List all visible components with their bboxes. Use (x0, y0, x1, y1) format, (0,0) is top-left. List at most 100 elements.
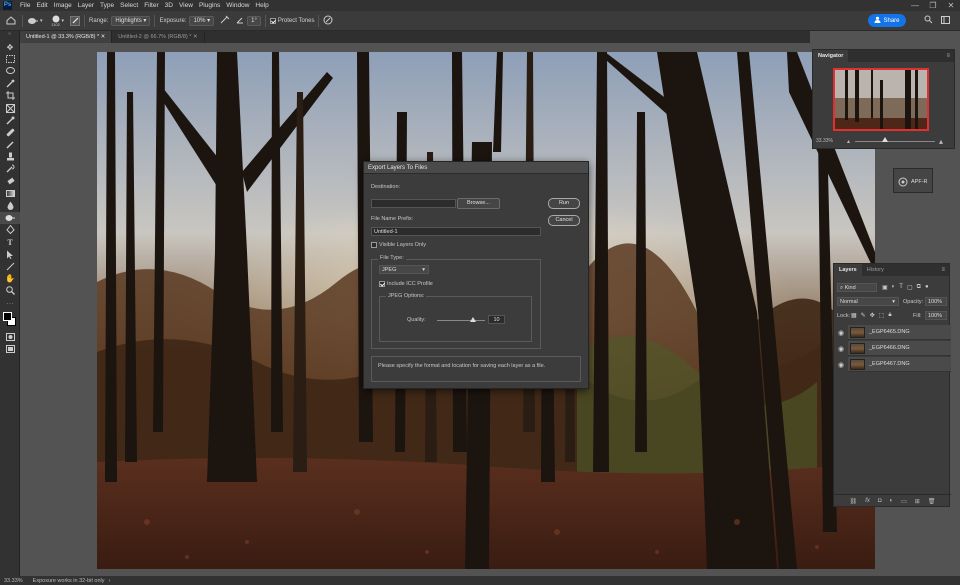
cancel-button[interactable]: Cancel (548, 215, 580, 226)
eraser-tool-icon[interactable] (0, 175, 20, 187)
menu-layer[interactable]: Layer (75, 2, 97, 9)
menu-filter[interactable]: Filter (141, 2, 161, 9)
run-button[interactable]: Run (548, 198, 580, 209)
quick-select-tool-icon[interactable] (0, 78, 20, 90)
menu-plugins[interactable]: Plugins (196, 2, 223, 9)
close-window-button[interactable]: ✕ (942, 1, 960, 10)
more-tools-icon[interactable]: ··· (0, 297, 20, 309)
navigator-zoom-handle[interactable] (882, 137, 888, 142)
menu-window[interactable]: Window (223, 2, 252, 9)
color-swatches[interactable] (0, 309, 19, 331)
gradient-tool-icon[interactable] (0, 187, 20, 199)
airbrush-icon[interactable] (220, 15, 230, 26)
exposure-input[interactable]: 10% ▾ (189, 15, 215, 26)
restore-button[interactable]: ❐ (924, 1, 942, 10)
visible-layers-row[interactable]: Visible Layers Only (371, 242, 426, 248)
menu-edit[interactable]: Edit (33, 2, 50, 9)
group-icon[interactable]: ▭ (901, 498, 907, 505)
share-button[interactable]: Share (868, 14, 906, 27)
brush-settings-icon[interactable] (70, 15, 81, 26)
protect-tones-checkbox[interactable] (269, 17, 276, 24)
healing-brush-tool-icon[interactable] (0, 126, 20, 138)
path-selection-tool-icon[interactable] (0, 248, 20, 260)
chevron-down-icon[interactable]: ▾ (62, 18, 65, 24)
menu-view[interactable]: View (176, 2, 196, 9)
pressure-size-icon[interactable] (323, 15, 333, 27)
panel-menu-icon[interactable]: ≡ (946, 53, 950, 59)
dodge-tool-icon[interactable] (0, 211, 20, 224)
link-icon[interactable]: ⛓︎ (850, 498, 858, 505)
eyedropper-tool-icon[interactable] (0, 114, 20, 126)
adjustment-icon[interactable]: ◐ (889, 498, 893, 504)
navigator-thumbnail[interactable] (833, 68, 929, 131)
lock-position-icon[interactable]: ✥ (870, 312, 875, 319)
angle-input[interactable]: 1° (247, 15, 261, 26)
zoom-tool-icon[interactable] (0, 285, 20, 297)
close-icon[interactable]: ✕ (193, 34, 198, 40)
menu-help[interactable]: Help (252, 2, 271, 9)
fill-input[interactable]: 100% (925, 311, 947, 320)
type-tool-icon[interactable]: T (0, 236, 20, 248)
visibility-eye-icon[interactable]: ◉ (836, 341, 846, 356)
navigator-zoom-value[interactable]: 33.33% (816, 138, 833, 144)
quick-mask-icon[interactable] (0, 331, 20, 343)
filter-toggle-icon[interactable]: ● (925, 284, 929, 291)
quality-slider-handle[interactable] (470, 317, 476, 322)
lock-artboard-icon[interactable]: ⬚ (879, 312, 885, 319)
shape-filter-icon[interactable]: ▢ (907, 284, 913, 291)
prefix-field[interactable]: Untitled-1 (371, 227, 541, 236)
close-icon[interactable]: ✕ (101, 34, 106, 40)
menu-image[interactable]: Image (51, 2, 75, 9)
brush-size-picker[interactable]: 1102 (51, 15, 61, 27)
workspace-icon[interactable] (941, 15, 950, 26)
tab-navigator[interactable]: Navigator (813, 50, 849, 62)
frame-tool-icon[interactable] (0, 102, 20, 114)
toolbar-collapse-icon[interactable]: » (0, 31, 19, 41)
lasso-tool-icon[interactable] (0, 65, 20, 77)
icc-profile-row[interactable]: Include ICC Profile (379, 281, 433, 287)
lock-pixels-icon[interactable]: ✎ (861, 312, 866, 319)
layer-row[interactable]: _EGP6466.DNG (848, 341, 951, 356)
home-icon[interactable] (4, 16, 18, 26)
quality-slider-track[interactable] (437, 320, 485, 321)
adjustment-filter-icon[interactable]: ◐ (892, 284, 896, 291)
fx-icon[interactable]: fx (865, 498, 870, 504)
quality-input[interactable]: 10 (488, 315, 505, 324)
opacity-input[interactable]: 100% (925, 297, 947, 306)
move-tool-icon[interactable]: ✥ (0, 41, 20, 53)
clone-stamp-tool-icon[interactable] (0, 151, 20, 163)
search-icon[interactable] (924, 15, 933, 26)
line-tool-icon[interactable] (0, 260, 20, 272)
blend-mode-select[interactable]: Normal ▾ (837, 297, 899, 306)
tab-untitled-2[interactable]: Untitled-2 @ 66.7% (RGB/8) * ✕ (112, 31, 205, 43)
menu-3d[interactable]: 3D (162, 2, 176, 9)
destination-field[interactable] (371, 199, 456, 208)
screen-mode-icon[interactable] (0, 343, 20, 355)
menu-type[interactable]: Type (97, 2, 117, 9)
brush-tool-icon[interactable] (0, 139, 20, 151)
smart-object-filter-icon[interactable]: ⧉ (917, 284, 921, 291)
lock-transparency-icon[interactable]: ▦ (851, 312, 857, 319)
panel-menu-icon[interactable]: ≡ (941, 267, 945, 273)
blur-tool-icon[interactable] (0, 199, 20, 211)
visibility-eye-icon[interactable]: ◉ (836, 357, 846, 372)
hand-tool-icon[interactable]: ✋ (0, 273, 20, 285)
browse-button[interactable]: Browse... (457, 198, 500, 209)
layer-row[interactable]: _EGP6465.DNG (848, 325, 951, 340)
marquee-tool-icon[interactable] (0, 53, 20, 65)
trash-icon[interactable]: 🗑︎ (928, 498, 936, 505)
zoom-in-icon[interactable]: ▴ (939, 137, 943, 146)
foreground-color-swatch[interactable] (3, 312, 12, 322)
lock-all-icon[interactable]: 🔒︎ (888, 312, 891, 319)
tab-history[interactable]: History (862, 264, 889, 276)
history-brush-tool-icon[interactable] (0, 163, 20, 175)
layer-row[interactable]: _EGP6467.DNG (848, 357, 951, 372)
status-zoom[interactable]: 33.33% (4, 578, 23, 584)
menu-file[interactable]: File (17, 2, 33, 9)
range-select[interactable]: Highlights ▾ (111, 15, 151, 26)
status-arrow-icon[interactable]: › (109, 578, 111, 584)
dodge-tool-preset-icon[interactable]: ▾ (27, 17, 43, 25)
tab-layers[interactable]: Layers (834, 264, 862, 276)
visible-layers-checkbox[interactable] (371, 242, 377, 248)
minimize-button[interactable]: — (906, 1, 924, 10)
